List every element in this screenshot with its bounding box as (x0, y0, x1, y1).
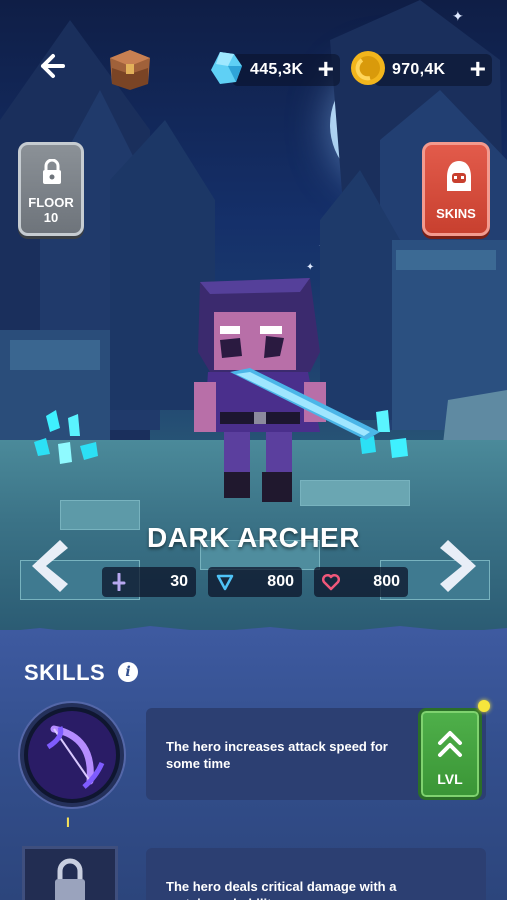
hero-name: DARK ARCHER (147, 522, 360, 553)
skill-description: The hero increases attack speed for some… (166, 739, 388, 771)
next-hero-button[interactable] (438, 536, 482, 596)
top-bar: 445,3K + 970,4K + (0, 48, 507, 96)
info-icon[interactable]: i (118, 662, 138, 682)
double-chevron-up-icon (438, 731, 462, 757)
skill-level: I (66, 814, 70, 830)
gold-coin-icon (351, 51, 385, 85)
lock-icon (25, 849, 115, 900)
gem-counter: 445,3K + (211, 52, 340, 86)
sword-icon (112, 573, 126, 591)
skins-button[interactable]: SKINS (422, 142, 490, 236)
back-button[interactable] (36, 52, 70, 86)
add-gold-button[interactable]: + (470, 55, 486, 83)
gold-counter: 970,4K + (351, 51, 492, 86)
shield-icon (216, 574, 234, 591)
defense-stat: 800 (208, 567, 302, 597)
skills-title: SKILLS (24, 660, 106, 685)
notification-dot (478, 700, 490, 712)
attack-value: 30 (170, 573, 188, 590)
level-up-label: LVL (437, 771, 463, 787)
dark-archer-character (194, 278, 380, 502)
attack-stat: 30 (102, 567, 196, 597)
gem-icon (211, 52, 242, 84)
gold-amount: 970,4K (392, 61, 446, 78)
floor-text: FLOOR (28, 195, 74, 210)
defense-value: 800 (267, 573, 294, 590)
crystal-plant (34, 410, 98, 464)
skill-description: The hero deals critical damage with a ce… (166, 879, 397, 900)
previous-hero-button[interactable] (26, 536, 70, 596)
lock-icon (43, 159, 61, 184)
skill-locked-icon[interactable] (22, 846, 118, 900)
floor-button[interactable]: FLOOR 10 (18, 142, 84, 236)
health-stat: 800 (314, 567, 408, 597)
skill-card: The hero deals critical damage with a ce… (146, 848, 486, 900)
skins-label: SKINS (436, 206, 476, 221)
arrow-left-icon (41, 54, 65, 78)
chevron-right-icon (440, 540, 476, 592)
floor-number: 10 (43, 210, 59, 225)
hooded-character-icon (447, 161, 471, 191)
bow-icon (28, 711, 116, 799)
chevron-left-icon (32, 540, 68, 592)
chest-icon[interactable] (104, 48, 156, 92)
add-gems-button[interactable]: + (318, 55, 334, 83)
gem-amount: 445,3K (250, 61, 304, 78)
heart-icon (322, 574, 340, 591)
level-up-button[interactable]: LVL (418, 708, 482, 800)
health-value: 800 (373, 573, 400, 590)
floor-label: FLOOR 10 (21, 195, 81, 225)
skill-bow-icon[interactable] (20, 703, 124, 807)
